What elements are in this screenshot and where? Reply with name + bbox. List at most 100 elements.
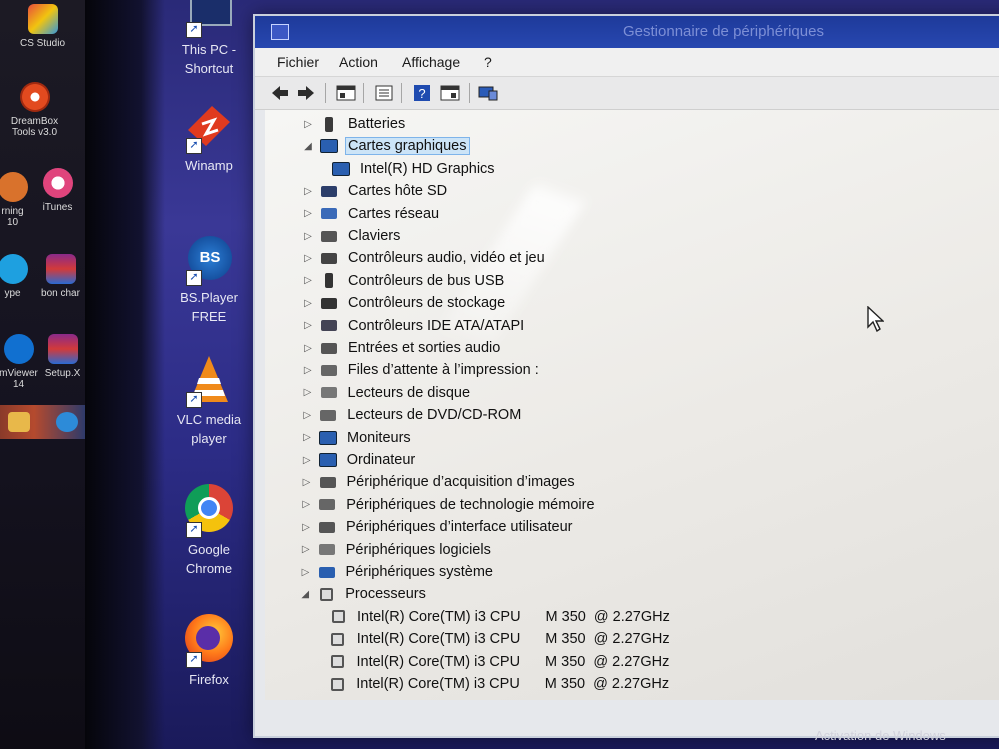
tree-child-item[interactable]: Intel(R) Core(TM) i3 CPU M 350 @ 2.27GHz <box>324 651 669 673</box>
printer-icon <box>319 362 339 378</box>
title-bar[interactable]: Gestionnaire de périphériques <box>255 16 999 48</box>
vlc-shortcut[interactable]: ➚ VLC media player <box>168 354 250 448</box>
expand-arrow-icon[interactable]: ▷ <box>300 477 314 488</box>
desktop-icon-label: Winamp <box>185 158 233 173</box>
tree-child-item[interactable]: Intel(R) Core(TM) i3 CPU M 350 @ 2.27GHz <box>324 606 670 628</box>
tree-item-label: Files d’attente à l’impression : <box>347 362 539 379</box>
tree-child-item[interactable]: Intel(R) Core(TM) i3 CPU M 350 @ 2.27GHz <box>323 673 669 695</box>
menu-action[interactable]: Action <box>339 54 378 70</box>
tree-category[interactable]: ▷ Contrôleurs de stockage <box>301 292 508 314</box>
expand-arrow-icon[interactable]: ▷ <box>301 387 315 398</box>
tree-category[interactable]: ◢ Cartes graphiques <box>301 135 470 157</box>
edge-icon[interactable] <box>56 412 78 432</box>
device-manager-icon <box>271 24 289 40</box>
tree-category[interactable]: ▷ Périphérique d’acquisition d’images <box>300 471 578 493</box>
tree-item-label: Processeurs <box>345 586 426 603</box>
tree-category[interactable]: ▷ Lecteurs de disque <box>301 382 474 404</box>
tree-category[interactable]: ▷ Contrôleurs IDE ATA/ATAPI <box>301 315 527 337</box>
shortcut-arrow-icon: ➚ <box>186 652 202 668</box>
shortcut-arrow-icon: ➚ <box>186 522 202 538</box>
tree-child-item[interactable]: Intel(R) HD Graphics <box>327 158 498 180</box>
tree-item-label: Périphériques système <box>345 564 494 580</box>
keyboard-icon <box>319 228 339 244</box>
bsplayer-shortcut[interactable]: BS ➚ BS.Player FREE <box>168 232 250 326</box>
expand-arrow-icon[interactable]: ▷ <box>300 432 314 443</box>
tree-category[interactable]: ▷ Périphériques logiciels <box>299 539 494 561</box>
collapse-arrow-icon[interactable]: ◢ <box>301 141 315 152</box>
expand-arrow-icon[interactable]: ▷ <box>300 455 314 466</box>
expand-arrow-icon[interactable]: ▷ <box>299 567 313 578</box>
tree-category[interactable]: ▷ Moniteurs <box>300 427 414 449</box>
left-desktop-area: CS Studio DreamBox Tools v3.0 rning 10 i… <box>0 0 85 749</box>
tree-category[interactable]: ▷ Cartes réseau <box>301 203 442 225</box>
disk-icon <box>319 385 339 401</box>
tree-category[interactable]: ▷ Périphériques d’interface utilisateur <box>299 516 576 538</box>
tree-category[interactable]: ▷ Entrées et sorties audio <box>301 337 503 359</box>
collapse-arrow-icon[interactable]: ◢ <box>298 589 312 600</box>
help-icon[interactable]: ? <box>411 83 433 103</box>
desktop-icon-label: Firefox <box>189 672 229 687</box>
speaker-icon <box>319 250 339 266</box>
expand-arrow-icon[interactable]: ▷ <box>301 275 315 286</box>
tree-item-label: Contrôleurs de bus USB <box>348 272 505 289</box>
winamp-shortcut[interactable]: ➚ Winamp <box>168 100 250 175</box>
expand-arrow-icon[interactable]: ▷ <box>301 231 315 242</box>
expand-arrow-icon[interactable]: ▷ <box>301 365 315 376</box>
cs-studio-shortcut[interactable]: CS Studio <box>0 4 85 49</box>
tree-item-label: Intel(R) Core(TM) i3 CPU <box>356 653 521 670</box>
firefox-shortcut[interactable]: ➚ Firefox <box>168 614 250 689</box>
expand-arrow-icon[interactable]: ▷ <box>301 320 315 331</box>
view-icon[interactable] <box>439 83 461 103</box>
vlc-icon: ➚ <box>182 354 236 408</box>
desktop-icon-label: DreamBox <box>10 116 59 127</box>
cs-studio-icon <box>27 4 58 34</box>
folder-icon[interactable] <box>8 412 30 432</box>
forward-icon[interactable] <box>295 83 317 103</box>
tree-category[interactable]: ▷ Périphériques de technologie mémoire <box>299 494 597 516</box>
menu-help[interactable]: ? <box>484 54 492 70</box>
desktop-icon-label: VLC media <box>176 412 242 427</box>
expand-arrow-icon[interactable]: ▷ <box>301 343 315 354</box>
expand-arrow-icon[interactable]: ▷ <box>301 298 315 309</box>
expand-arrow-icon[interactable]: ▷ <box>301 208 315 219</box>
usb-icon <box>319 273 339 289</box>
expand-arrow-icon[interactable]: ▷ <box>300 410 314 421</box>
tree-category[interactable]: ▷ Contrôleurs de bus USB <box>301 270 507 292</box>
firefox-icon: ➚ <box>182 614 236 668</box>
tree-category[interactable]: ▷ Contrôleurs audio, vidéo et jeu <box>301 247 548 269</box>
tree-category[interactable]: ▷ Lecteurs de DVD/CD-ROM <box>300 404 524 426</box>
tree-category[interactable]: ▷ Batteries <box>301 113 408 135</box>
expand-arrow-icon[interactable]: ▷ <box>299 522 313 533</box>
expand-arrow-icon[interactable]: ▷ <box>301 186 315 197</box>
tree-category[interactable]: ▷ Cartes hôte SD <box>301 180 450 202</box>
scan-icon[interactable] <box>477 83 499 103</box>
chrome-shortcut[interactable]: ➚ Google Chrome <box>168 484 250 578</box>
display-adapter-icon <box>319 138 339 154</box>
dreambox-icon <box>19 82 50 112</box>
expand-arrow-icon[interactable]: ▷ <box>301 253 315 264</box>
back-icon[interactable] <box>269 83 291 103</box>
properties-icon[interactable] <box>335 83 357 103</box>
tree-category[interactable]: ▷ Ordinateur <box>300 449 419 471</box>
this-pc-shortcut[interactable]: ➚ This PC - Shortcut <box>168 0 250 78</box>
tree-child-item[interactable]: Intel(R) Core(TM) i3 CPU M 350 @ 2.27GHz <box>324 628 670 650</box>
desktop-icon-label: FREE <box>191 309 227 324</box>
shortcut-arrow-icon: ➚ <box>186 138 202 154</box>
tree-category[interactable]: ▷ Claviers <box>301 225 403 247</box>
shortcut-arrow-icon: ➚ <box>186 270 202 286</box>
menu-affichage[interactable]: Affichage <box>402 54 460 70</box>
this-pc-icon: ➚ <box>182 0 236 38</box>
dreambox-shortcut[interactable]: DreamBox Tools v3.0 <box>0 82 77 138</box>
tree-item-label: Périphériques de technologie mémoire <box>346 496 595 513</box>
show-hide-icon[interactable] <box>373 83 395 103</box>
expand-arrow-icon[interactable]: ▷ <box>301 119 315 130</box>
expand-arrow-icon[interactable]: ▷ <box>299 499 313 510</box>
network-icon <box>319 206 339 222</box>
tree-category[interactable]: ▷ Périphériques système <box>299 561 497 583</box>
tree-category[interactable]: ◢ Processeurs <box>298 583 429 605</box>
menu-fichier[interactable]: Fichier <box>277 54 319 70</box>
toolbar: ? <box>255 77 999 110</box>
tree-category[interactable]: ▷ Files d’attente à l’impression : <box>301 359 542 381</box>
sd-host-icon <box>319 183 339 199</box>
expand-arrow-icon[interactable]: ▷ <box>299 544 313 555</box>
